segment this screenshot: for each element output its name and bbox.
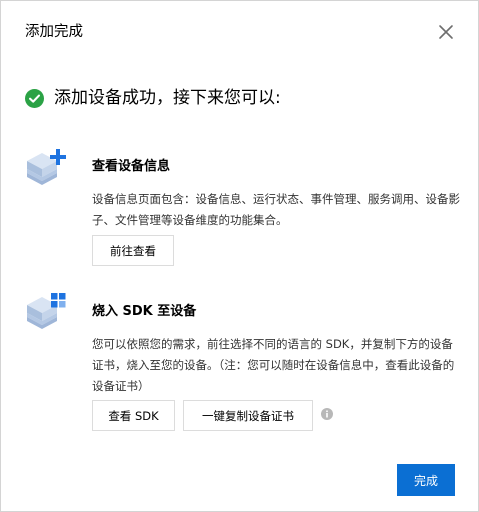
device-cube-grid-icon	[27, 293, 66, 329]
dialog-title: 添加完成	[25, 24, 83, 40]
go-view-button[interactable]: 前往查看	[92, 235, 174, 266]
step-title-flash-sdk: 烧入 SDK 至设备	[92, 304, 197, 319]
check-circle-icon	[25, 88, 44, 108]
done-button[interactable]: 完成	[397, 464, 455, 496]
device-cube-plus-icon	[27, 149, 66, 185]
step-description-view-device-info: 设备信息页面包含：设备信息、运行状态、事件管理、服务调用、设备影子、文件管理等设…	[92, 192, 460, 227]
copy-device-certificate-button[interactable]: 一键复制设备证书	[183, 400, 313, 431]
close-icon[interactable]	[437, 23, 455, 41]
success-text: 添加设备成功，接下来您可以:	[54, 88, 281, 108]
info-icon[interactable]	[321, 408, 333, 420]
success-message-row: 添加设备成功，接下来您可以:	[25, 87, 281, 109]
step-title-view-device-info: 查看设备信息	[92, 159, 171, 174]
step-description-flash-sdk: 您可以依照您的需求，前往选择不同的语言的 SDK，并复制下方的设备证书，烧入至您…	[92, 337, 455, 393]
add-complete-dialog: 添加完成 添加设备成功，接下来您可以: 查看设备信息 设备信息页面包含：设备信息…	[0, 0, 479, 512]
view-sdk-button[interactable]: 查看 SDK	[92, 400, 175, 431]
